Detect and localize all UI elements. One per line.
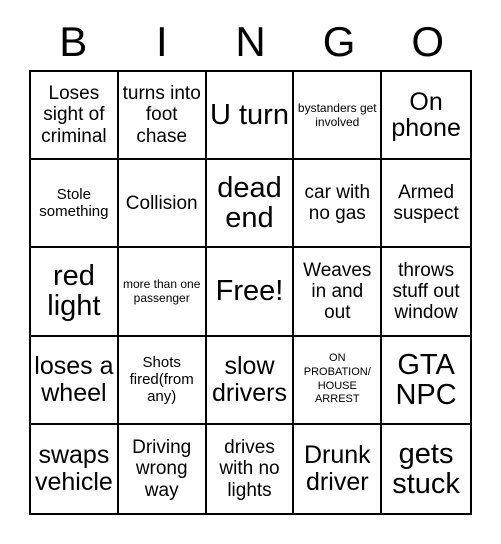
bingo-cell-label: ON PROBATION/ HOUSE ARREST — [303, 352, 371, 406]
bingo-cell-g5[interactable]: Drunk driver — [294, 424, 383, 513]
bingo-cell-label: Weaves in and out — [303, 259, 372, 324]
bingo-cell-i1[interactable]: turns into foot chase — [118, 72, 207, 161]
bingo-cell-label: loses a wheel — [34, 352, 114, 407]
bingo-header-letter-o: O — [411, 18, 444, 65]
bingo-cell-i3[interactable]: more than one passenger — [118, 248, 207, 337]
bingo-cell-i5[interactable]: Driving wrong way — [118, 424, 207, 513]
bingo-header-row: B I N G O — [29, 14, 472, 70]
bingo-cell-label: drives with no lights — [219, 436, 280, 501]
bingo-cell-b2[interactable]: Stole something — [31, 160, 119, 249]
bingo-cell-label: throws stuff out window — [392, 259, 460, 324]
bingo-cell-o5[interactable]: gets stuck — [382, 424, 470, 513]
bingo-cell-label: red light — [47, 260, 101, 323]
bingo-cell-n5[interactable]: drives with no lights — [206, 424, 295, 513]
bingo-card: B I N G O Loses sight of criminal turns … — [0, 0, 501, 544]
bingo-header-letter-b: B — [59, 18, 88, 65]
bingo-cell-b3[interactable]: red light — [31, 248, 119, 337]
bingo-cell-label: Driving wrong way — [132, 436, 192, 501]
bingo-cell-label: U turn — [210, 99, 289, 132]
bingo-cell-i4[interactable]: Shots fired(from any) — [118, 336, 207, 425]
bingo-cell-label: more than one passenger — [123, 277, 201, 306]
bingo-header-letter-n: N — [235, 18, 266, 65]
bingo-grid: Loses sight of criminal turns into foot … — [29, 70, 472, 515]
bingo-cell-i2[interactable]: Collision — [118, 160, 207, 249]
bingo-cell-label: Stole something — [39, 186, 109, 221]
bingo-header-letter-g: G — [322, 18, 356, 65]
bingo-cell-o4[interactable]: GTA NPC — [382, 336, 470, 425]
bingo-cell-o2[interactable]: Armed suspect — [382, 160, 470, 249]
bingo-cell-label: swaps vehicle — [34, 441, 113, 496]
bingo-cell-label: GTA NPC — [395, 348, 457, 411]
bingo-cell-b5[interactable]: swaps vehicle — [31, 424, 119, 513]
bingo-cell-label: car with no gas — [304, 182, 371, 225]
bingo-cell-b4[interactable]: loses a wheel — [31, 336, 119, 425]
bingo-cell-g3[interactable]: Weaves in and out — [294, 248, 383, 337]
bingo-cell-free-space[interactable]: Free! — [206, 248, 295, 337]
bingo-cell-g2[interactable]: car with no gas — [294, 160, 383, 249]
bingo-free-space-label: Free! — [215, 275, 284, 308]
bingo-cell-label: turns into foot chase — [122, 83, 201, 147]
bingo-cell-label: gets stuck — [392, 437, 460, 500]
bingo-cell-label: Collision — [125, 192, 198, 214]
bingo-cell-o1[interactable]: On phone — [382, 72, 470, 161]
bingo-header-letter-i: I — [156, 18, 168, 65]
bingo-cell-g4[interactable]: ON PROBATION/ HOUSE ARREST — [294, 336, 383, 425]
bingo-cell-label: On phone — [391, 87, 461, 143]
bingo-cell-label: slow drivers — [211, 352, 287, 407]
bingo-cell-n2[interactable]: dead end — [206, 160, 295, 249]
bingo-cell-label: Loses sight of criminal — [41, 83, 107, 147]
bingo-cell-label: bystanders get involved — [297, 100, 377, 130]
bingo-cell-label: dead end — [217, 172, 282, 235]
bingo-cell-o3[interactable]: throws stuff out window — [382, 248, 470, 337]
bingo-cell-label: Shots fired(from any) — [129, 353, 194, 406]
bingo-cell-label: Armed suspect — [393, 182, 459, 225]
bingo-cell-n4[interactable]: slow drivers — [206, 336, 295, 425]
bingo-cell-label: Drunk driver — [303, 441, 371, 496]
bingo-cell-b1[interactable]: Loses sight of criminal — [31, 72, 119, 161]
bingo-cell-n1[interactable]: U turn — [206, 72, 295, 161]
bingo-cell-g1[interactable]: bystanders get involved — [294, 72, 383, 161]
